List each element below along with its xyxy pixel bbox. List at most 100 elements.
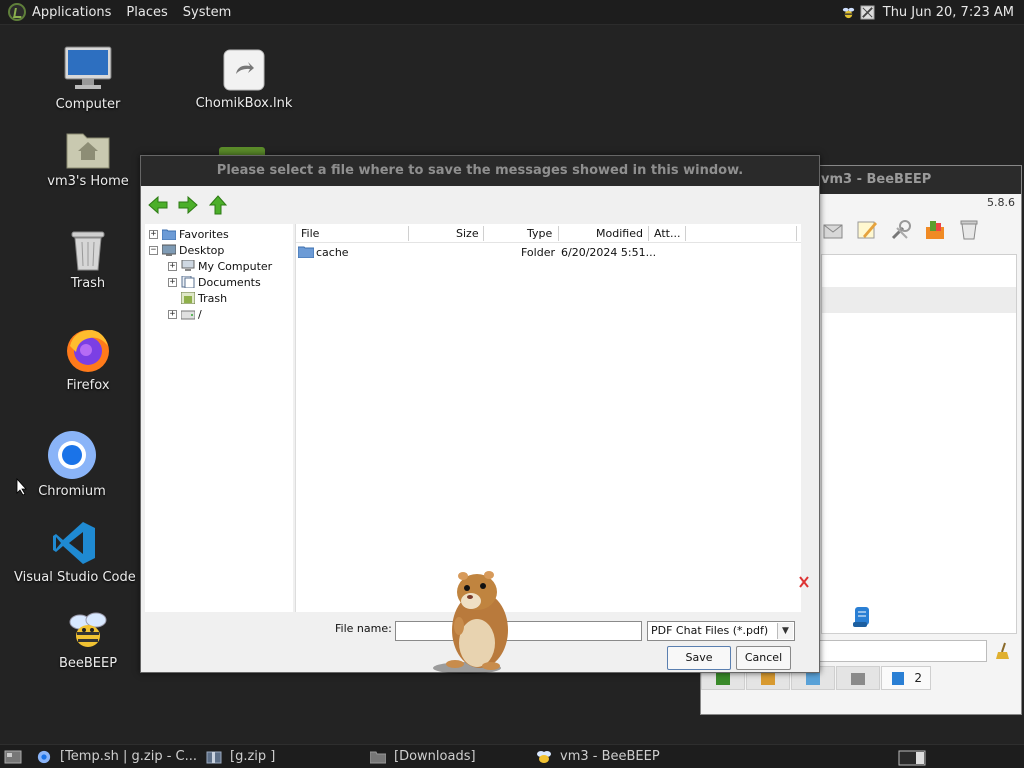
column-separator[interactable] bbox=[685, 226, 686, 241]
tools-icon[interactable] bbox=[889, 218, 913, 242]
task-label: [Downloads] bbox=[394, 749, 476, 764]
tree-item-trash[interactable]: Trash bbox=[181, 290, 227, 306]
menu-places[interactable]: Places bbox=[126, 5, 167, 20]
desktop-icon-home[interactable]: vm3's Home bbox=[28, 128, 148, 189]
folder-icon bbox=[298, 246, 314, 258]
tree-item-documents[interactable]: + Documents bbox=[168, 274, 261, 290]
desktop-icon-label: Visual Studio Code bbox=[14, 570, 136, 585]
expander-icon[interactable]: − bbox=[149, 245, 158, 255]
save-button[interactable]: Save bbox=[667, 646, 731, 670]
dialog-title[interactable]: Please select a file where to save the m… bbox=[141, 156, 819, 186]
beebeep-version: 5.8.6 bbox=[987, 196, 1015, 209]
bee-tray-icon[interactable] bbox=[841, 5, 856, 20]
menu-system[interactable]: System bbox=[183, 5, 231, 20]
desktop-icon-label: vm3's Home bbox=[47, 174, 129, 189]
column-header-type[interactable]: Type bbox=[527, 227, 552, 240]
list-item[interactable] bbox=[822, 287, 1016, 313]
mouse-cursor-icon bbox=[16, 478, 27, 496]
firefox-icon bbox=[67, 330, 109, 372]
show-desktop-icon[interactable] bbox=[4, 749, 22, 765]
tree-item-label: Documents bbox=[198, 275, 261, 289]
folder-icon bbox=[162, 229, 176, 240]
top-panel: Applications Places System Thu Jun 20, 7… bbox=[0, 0, 1024, 25]
computer-icon bbox=[64, 46, 112, 89]
taskbar-item-beebeep[interactable]: vm3 - BeeBEEP bbox=[536, 746, 696, 768]
file-name: cache bbox=[316, 246, 349, 259]
taskbar-item-gzip[interactable]: [g.zip ] bbox=[206, 746, 370, 768]
tree-item-desktop[interactable]: − Desktop bbox=[149, 242, 224, 258]
file-name-label: File name: bbox=[335, 622, 392, 635]
task-label: [Temp.sh | g.zip - C... bbox=[60, 749, 198, 764]
column-header-file[interactable]: File bbox=[301, 227, 319, 240]
workspace-switcher-icon[interactable] bbox=[898, 750, 926, 766]
desktop-icon-chomikbox[interactable]: ChomikBox.lnk bbox=[184, 48, 304, 111]
network-tray-icon[interactable] bbox=[860, 5, 875, 20]
file-list[interactable]: File Size Type Modified Att... cache Fol… bbox=[295, 224, 801, 612]
hamster-mascot-image bbox=[433, 571, 508, 674]
beebeep-message-input[interactable]: t bbox=[801, 640, 987, 662]
desktop-icon-label: Chromium bbox=[38, 484, 106, 499]
file-type: Folder bbox=[521, 246, 555, 259]
folder-tree[interactable]: + Favorites − Desktop + My Computer + Do… bbox=[145, 224, 293, 612]
up-arrow-icon[interactable] bbox=[207, 194, 229, 216]
desktop-icon-vscode[interactable]: Visual Studio Code bbox=[14, 520, 136, 585]
back-arrow-icon[interactable] bbox=[147, 194, 169, 216]
tab-shares[interactable] bbox=[836, 666, 880, 690]
column-header-attributes[interactable]: Att... bbox=[654, 227, 680, 240]
envelope-icon[interactable] bbox=[821, 218, 845, 242]
tree-item-root[interactable]: + / bbox=[168, 306, 202, 322]
desktop-icon-label: ChomikBox.lnk bbox=[195, 96, 293, 111]
tree-item-label: / bbox=[198, 307, 202, 321]
clock[interactable]: Thu Jun 20, 7:23 AM bbox=[883, 5, 1014, 20]
bottom-panel: [Temp.sh | g.zip - C... [g.zip ] [Downlo… bbox=[0, 744, 1024, 768]
scroll-icon bbox=[853, 607, 869, 627]
taskbar-item-chromium[interactable]: [Temp.sh | g.zip - C... bbox=[36, 746, 206, 768]
expander-icon[interactable]: + bbox=[168, 309, 177, 319]
tree-item-favorites[interactable]: + Favorites bbox=[149, 226, 229, 242]
tree-item-label: Desktop bbox=[179, 243, 225, 257]
tree-item-my-computer[interactable]: + My Computer bbox=[168, 258, 272, 274]
desktop-icon-firefox[interactable]: Firefox bbox=[28, 326, 148, 393]
tree-item-label: Trash bbox=[198, 291, 228, 305]
column-separator[interactable] bbox=[558, 226, 559, 241]
cancel-button[interactable]: Cancel bbox=[736, 646, 791, 670]
bee-icon bbox=[537, 750, 551, 763]
file-type-filter-select[interactable]: PDF Chat Files (*.pdf) ▼ bbox=[647, 621, 795, 641]
chevron-down-icon[interactable]: ▼ bbox=[777, 623, 793, 639]
bee-icon bbox=[69, 612, 107, 647]
desktop-icon-trash[interactable]: Trash bbox=[28, 228, 148, 291]
file-row[interactable]: cache Folder 6/20/2024 5:51... bbox=[296, 244, 801, 260]
column-separator[interactable] bbox=[796, 226, 797, 241]
beebeep-user-list[interactable] bbox=[821, 254, 1017, 634]
column-separator[interactable] bbox=[648, 226, 649, 241]
column-separator[interactable] bbox=[483, 226, 484, 241]
home-folder-icon bbox=[66, 133, 110, 169]
expander-icon[interactable]: + bbox=[168, 261, 177, 271]
file-modified: 6/20/2024 5:51... bbox=[561, 246, 657, 259]
edit-note-icon[interactable] bbox=[855, 218, 879, 242]
clear-trash-icon[interactable] bbox=[957, 218, 981, 242]
column-header-modified[interactable]: Modified bbox=[596, 227, 643, 240]
filter-value: PDF Chat Files (*.pdf) bbox=[651, 624, 769, 637]
version-text: 5.8.6 bbox=[987, 196, 1015, 209]
archive-icon bbox=[206, 751, 222, 763]
desktop-icon-beebeep[interactable]: BeeBEEP bbox=[28, 608, 148, 671]
desktop-icon-computer[interactable]: Computer bbox=[28, 45, 148, 112]
expander-icon[interactable]: + bbox=[168, 277, 177, 287]
share-box-icon[interactable] bbox=[923, 218, 947, 242]
taskbar-item-downloads[interactable]: [Downloads] bbox=[370, 746, 536, 768]
broom-icon[interactable] bbox=[995, 642, 1011, 660]
expander-icon[interactable]: + bbox=[149, 229, 158, 239]
desktop-icon-label: Trash bbox=[70, 276, 106, 291]
forward-arrow-icon[interactable] bbox=[177, 194, 199, 216]
mint-logo-icon[interactable] bbox=[8, 3, 26, 21]
column-separator[interactable] bbox=[408, 226, 409, 241]
desktop-icon bbox=[162, 244, 176, 256]
desktop-icon-label: Computer bbox=[55, 97, 121, 112]
desktop-icon-label: BeeBEEP bbox=[58, 656, 118, 671]
tab-messages[interactable]: 2 bbox=[881, 666, 931, 690]
column-header-size[interactable]: Size bbox=[456, 227, 479, 240]
desktop-icon-chromium[interactable]: Chromium bbox=[12, 430, 132, 499]
menu-applications[interactable]: Applications bbox=[32, 5, 111, 20]
trash-icon bbox=[181, 292, 195, 304]
